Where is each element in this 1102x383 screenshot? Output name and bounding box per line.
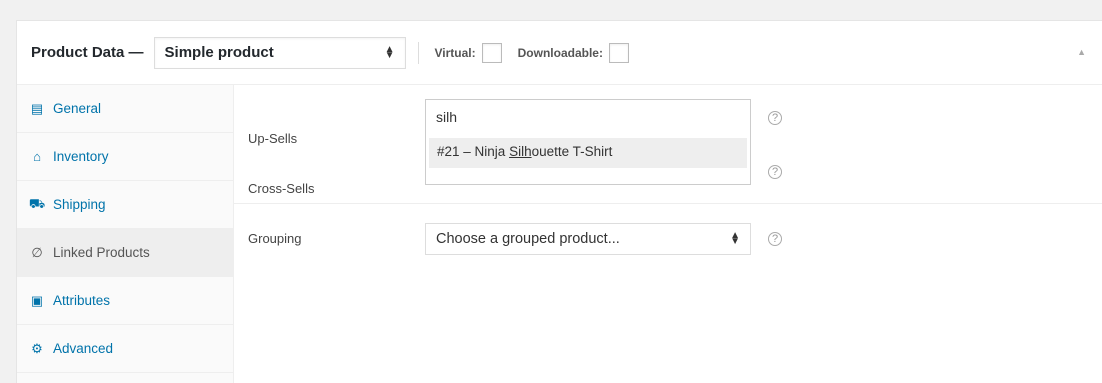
grouping-label: Grouping <box>248 231 302 246</box>
suggestion-suffix: ouette T-Shirt <box>531 144 613 159</box>
upsells-label: Up-Sells <box>248 131 298 146</box>
upsells-suggestion[interactable]: #21 – Ninja Silhouette T-Shirt <box>429 138 747 168</box>
tab-general-label: General <box>53 101 102 116</box>
attributes-icon: ▣ <box>30 292 44 308</box>
linked-products-content: Up-Sells Cross-Sells silh #21 – Ninja Si… <box>234 85 1102 383</box>
grouping-select[interactable]: Choose a grouped product... ▲ ▼ <box>425 223 751 255</box>
downloadable-checkbox[interactable] <box>608 42 629 63</box>
header-separator <box>417 41 419 64</box>
grouping-help-icon[interactable]: ? <box>768 232 782 246</box>
collapse-icon[interactable]: ▲ <box>1077 47 1086 57</box>
downloadable-label: Downloadable: <box>517 45 603 60</box>
section-divider <box>234 203 1102 204</box>
tab-attributes-label: Attributes <box>53 293 111 308</box>
tab-attributes[interactable]: ▣ Attributes <box>17 277 233 325</box>
tab-general[interactable]: ▤ General <box>17 85 233 133</box>
product-type-select[interactable]: Simple product ▲ ▼ <box>153 36 406 69</box>
product-data-title: Product Data — <box>31 44 144 61</box>
tab-shipping-label: Shipping <box>53 197 106 212</box>
upsells-search-input[interactable]: silh <box>426 100 750 138</box>
tab-advanced-label: Advanced <box>53 341 114 356</box>
crosssells-label: Cross-Sells <box>248 181 315 196</box>
upsells-search-combo[interactable]: silh #21 – Ninja Silhouette T-Shirt <box>425 99 751 185</box>
product-data-panel: Product Data — Simple product ▲ ▼ Virtual… <box>16 20 1102 383</box>
suggestion-prefix: #21 – Ninja <box>437 144 510 159</box>
grouping-value: Choose a grouped product... <box>436 231 620 247</box>
tab-linked-products-label: Linked Products <box>53 245 150 260</box>
shipping-icon: ⛟ <box>28 195 46 211</box>
tab-inventory-label: Inventory <box>53 149 109 164</box>
grouping-arrows-icon: ▲ ▼ <box>730 230 740 247</box>
product-data-tabs: ▤ General ⌂ Inventory ⛟ Shipping ∅ Linke… <box>17 85 234 383</box>
product-type-value: Simple product <box>164 44 274 61</box>
upsells-help-icon[interactable]: ? <box>768 111 782 125</box>
link-icon: ∅ <box>31 244 43 260</box>
virtual-label: Virtual: <box>434 45 476 60</box>
tab-shipping[interactable]: ⛟ Shipping <box>17 181 233 229</box>
inventory-icon: ⌂ <box>33 149 41 164</box>
general-icon: ▤ <box>30 100 44 116</box>
gear-icon: ⚙ <box>31 340 43 356</box>
crosssells-help-icon[interactable]: ? <box>768 165 782 179</box>
virtual-checkbox[interactable] <box>481 42 502 63</box>
tab-inventory[interactable]: ⌂ Inventory <box>17 133 233 181</box>
suggestion-match: Silh <box>509 144 532 159</box>
product-data-header: Product Data — Simple product ▲ ▼ Virtual… <box>17 21 1102 85</box>
tab-linked-products[interactable]: ∅ Linked Products <box>17 229 233 277</box>
tab-advanced[interactable]: ⚙ Advanced <box>17 325 233 373</box>
select-arrows-icon: ▲ ▼ <box>384 43 395 61</box>
